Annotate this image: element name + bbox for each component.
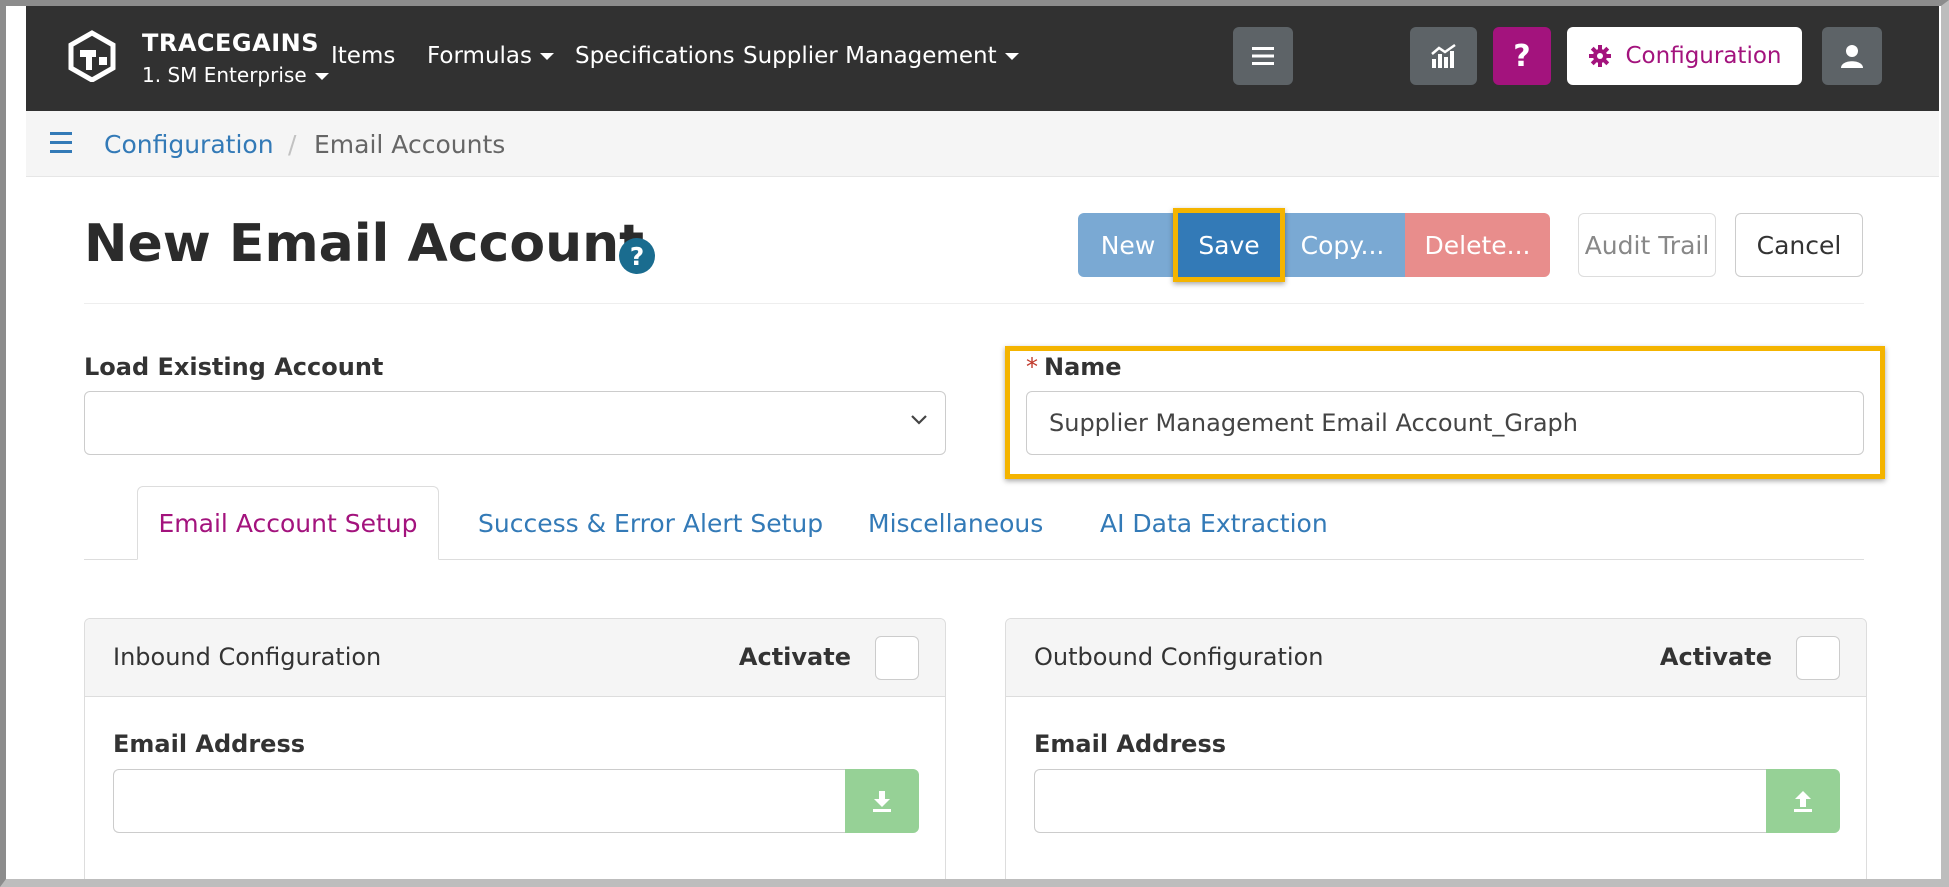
title-divider — [84, 303, 1864, 304]
configuration-button[interactable]: Configuration — [1567, 27, 1802, 85]
inbound-panel-header: Inbound Configuration Activate — [85, 619, 945, 697]
load-existing-select[interactable] — [84, 391, 946, 455]
outbound-email-input[interactable] — [1034, 769, 1766, 833]
outbound-upload-button[interactable] — [1766, 769, 1840, 833]
chevron-down-icon — [911, 415, 927, 425]
reports-button[interactable] — [1410, 27, 1477, 85]
configuration-label: Configuration — [1625, 43, 1782, 69]
nav-formulas-label: Formulas — [427, 43, 532, 69]
nav-formulas[interactable]: Formulas — [427, 43, 554, 69]
help-button[interactable]: ? — [1493, 27, 1551, 85]
tab-success-error-alert-setup[interactable]: Success & Error Alert Setup — [478, 486, 823, 560]
inbound-configuration-panel: Inbound Configuration Activate Email Add… — [84, 618, 946, 879]
copy-button[interactable]: Copy... — [1280, 213, 1405, 277]
nav-supplier-management-label: Supplier Management — [743, 43, 997, 69]
breadcrumb-separator: / — [288, 130, 297, 159]
inbound-panel-title: Inbound Configuration — [113, 643, 382, 671]
tab-miscellaneous[interactable]: Miscellaneous — [868, 486, 1043, 560]
name-label-text: Name — [1044, 353, 1122, 381]
outbound-activate-checkbox[interactable] — [1796, 636, 1840, 680]
breadcrumb: Configuration / Email Accounts — [26, 111, 1939, 177]
sidebar-toggle-icon[interactable] — [50, 132, 72, 159]
inbound-activate-label: Activate — [738, 643, 851, 671]
caret-down-icon — [539, 53, 554, 60]
caret-down-icon — [314, 73, 329, 80]
delete-button[interactable]: Delete... — [1405, 213, 1550, 277]
download-icon — [873, 791, 891, 812]
outbound-panel-header: Outbound Configuration Activate — [1006, 619, 1866, 697]
tab-email-account-setup[interactable]: Email Account Setup — [137, 486, 439, 560]
page-help-icon[interactable]: ? — [619, 238, 655, 274]
tab-ai-data-extraction[interactable]: AI Data Extraction — [1100, 486, 1328, 560]
nav-specifications[interactable]: Specifications — [575, 43, 735, 69]
load-existing-label: Load Existing Account — [84, 353, 384, 381]
tracegains-logo[interactable] — [66, 30, 118, 82]
inbound-activate-checkbox[interactable] — [875, 636, 919, 680]
outbound-email-label: Email Address — [1034, 730, 1227, 758]
breadcrumb-current: Email Accounts — [314, 130, 506, 159]
brand-name: TRACEGAINS — [142, 29, 320, 57]
inbound-email-input[interactable] — [113, 769, 845, 833]
enterprise-label: 1. SM Enterprise — [142, 63, 307, 87]
inbound-download-button[interactable] — [845, 769, 919, 833]
enterprise-dropdown[interactable]: 1. SM Enterprise — [142, 63, 329, 87]
save-button[interactable]: Save — [1178, 213, 1280, 277]
caret-down-icon — [1004, 53, 1019, 60]
top-navbar: TRACEGAINS 1. SM Enterprise Items Formul… — [26, 6, 1939, 111]
inbound-email-label: Email Address — [113, 730, 306, 758]
required-marker: * — [1026, 353, 1038, 381]
page-title: New Email Account — [84, 214, 644, 274]
report-chart-icon — [1430, 43, 1456, 68]
nav-supplier-management[interactable]: Supplier Management — [743, 43, 1019, 69]
new-button[interactable]: New — [1078, 213, 1178, 277]
app-viewport: TRACEGAINS 1. SM Enterprise Items Formul… — [26, 6, 1939, 879]
outbound-activate-label: Activate — [1659, 643, 1772, 671]
menu-icon — [1252, 47, 1274, 65]
name-label: * Name — [1026, 353, 1122, 381]
name-input[interactable] — [1026, 391, 1864, 455]
outbound-configuration-panel: Outbound Configuration Activate Email Ad… — [1005, 618, 1867, 879]
help-icon: ? — [1513, 38, 1531, 74]
cancel-button[interactable]: Cancel — [1735, 213, 1863, 277]
gear-icon — [1588, 45, 1611, 67]
breadcrumb-configuration-link[interactable]: Configuration — [104, 130, 274, 159]
nav-items[interactable]: Items — [331, 43, 395, 69]
audit-trail-button[interactable]: Audit Trail — [1578, 213, 1716, 277]
upload-icon — [1794, 791, 1812, 812]
user-icon — [1841, 45, 1863, 68]
main-menu-button[interactable] — [1233, 27, 1293, 85]
outbound-panel-title: Outbound Configuration — [1034, 643, 1324, 671]
user-menu-button[interactable] — [1822, 27, 1882, 85]
